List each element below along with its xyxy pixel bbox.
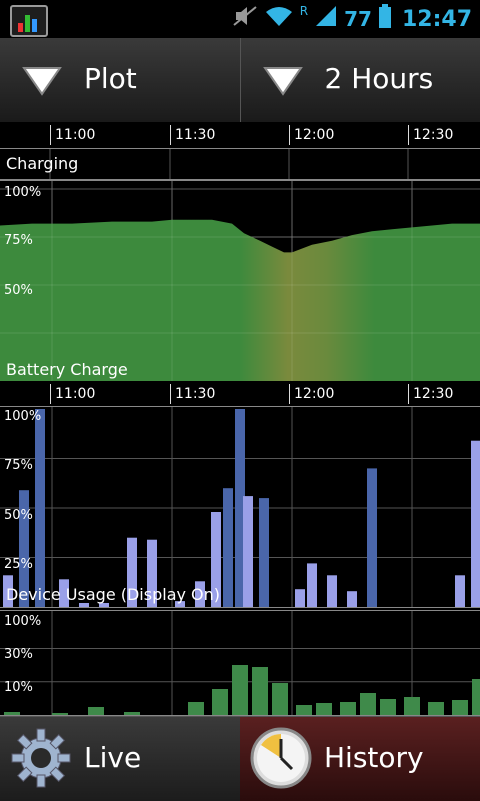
- time-axis: 11:00 11:30 12:00 12:30: [0, 381, 480, 407]
- usage-bar: [307, 563, 317, 607]
- time-tick: 11:00: [50, 125, 95, 145]
- y-label: 75%: [4, 458, 33, 473]
- roaming-icon: R: [300, 4, 308, 18]
- battery-area: [0, 220, 480, 381]
- battery-chart: 100% 75% 50% Battery Charge: [0, 180, 480, 382]
- usage-bar: [223, 488, 233, 607]
- charging-row: Charging: [0, 148, 480, 180]
- y-label: 100%: [4, 185, 41, 200]
- usage-chart: 100% 75% 50% 25% Device Usage (Display O…: [0, 406, 480, 608]
- network-bar: [124, 712, 140, 715]
- network-bar: [88, 707, 104, 715]
- network-bar: [428, 702, 444, 715]
- time-tick: 11:30: [170, 384, 215, 404]
- usage-bar: [35, 409, 45, 607]
- y-label: 50%: [4, 283, 33, 298]
- time-tick: 12:30: [408, 125, 453, 145]
- charging-label: Charging: [6, 154, 78, 173]
- network-bar: [316, 703, 332, 715]
- live-button[interactable]: Live: [0, 716, 240, 801]
- signal-icon: [314, 4, 338, 34]
- usage-bar: [471, 441, 480, 607]
- network-bar: [252, 667, 268, 715]
- clock-icon: [248, 725, 314, 791]
- mute-icon: [232, 3, 258, 35]
- usage-bar: [327, 575, 337, 607]
- range-dropdown[interactable]: 2 Hours: [241, 38, 480, 122]
- network-bar: [340, 702, 356, 715]
- range-label: 2 Hours: [325, 62, 434, 95]
- battery-level: 77: [344, 7, 372, 31]
- usage-bar: [243, 496, 253, 607]
- bottom-bar: Live History: [0, 716, 480, 800]
- dropdown-arrow-icon: [22, 66, 62, 96]
- time-tick: 12:00: [289, 384, 334, 404]
- network-bar: [212, 689, 228, 715]
- y-label: 30%: [4, 647, 33, 662]
- y-label: 100%: [4, 614, 41, 629]
- gear-icon: [8, 725, 74, 791]
- y-label: 25%: [4, 557, 33, 572]
- network-bar: [404, 697, 420, 715]
- dropdown-arrow-icon: [263, 66, 303, 96]
- top-toolbar: Plot 2 Hours: [0, 38, 480, 122]
- history-button[interactable]: History: [240, 716, 480, 801]
- status-bar: R 77 12:47: [0, 0, 480, 38]
- y-label: 75%: [4, 233, 33, 248]
- usage-bar: [367, 468, 377, 607]
- network-bar: [4, 712, 20, 715]
- y-label: 10%: [4, 680, 33, 695]
- y-label: 100%: [4, 409, 41, 424]
- network-bar: [472, 679, 480, 715]
- live-label: Live: [84, 741, 141, 774]
- clock: 12:47: [402, 7, 472, 32]
- time-axis: 11:00 11:30 12:00 12:30: [0, 122, 480, 148]
- network-bar: [452, 700, 468, 715]
- usage-bar: [347, 591, 357, 607]
- app-icon[interactable]: [10, 5, 48, 37]
- usage-chart-label: Device Usage (Display On): [6, 585, 220, 604]
- plot-dropdown[interactable]: Plot: [0, 38, 241, 122]
- wifi-icon: [264, 4, 294, 34]
- battery-icon: [378, 4, 392, 34]
- network-bar: [296, 705, 312, 715]
- battery-chart-label: Battery Charge: [6, 360, 128, 379]
- network-bar: [272, 683, 288, 715]
- history-label: History: [324, 741, 424, 774]
- network-bar: [52, 713, 68, 715]
- network-bar: [360, 693, 376, 715]
- usage-bar: [295, 589, 305, 607]
- network-chart: 100% 30% 10%: [0, 610, 480, 716]
- network-bar: [232, 665, 248, 715]
- usage-bar: [455, 575, 465, 607]
- network-bar: [188, 702, 204, 715]
- y-label: 50%: [4, 508, 33, 523]
- time-tick: 11:30: [170, 125, 215, 145]
- time-tick: 12:00: [289, 125, 334, 145]
- usage-bar: [259, 498, 269, 607]
- network-bar: [380, 699, 396, 715]
- plot-label: Plot: [84, 62, 137, 95]
- time-tick: 12:30: [408, 384, 453, 404]
- time-tick: 11:00: [50, 384, 95, 404]
